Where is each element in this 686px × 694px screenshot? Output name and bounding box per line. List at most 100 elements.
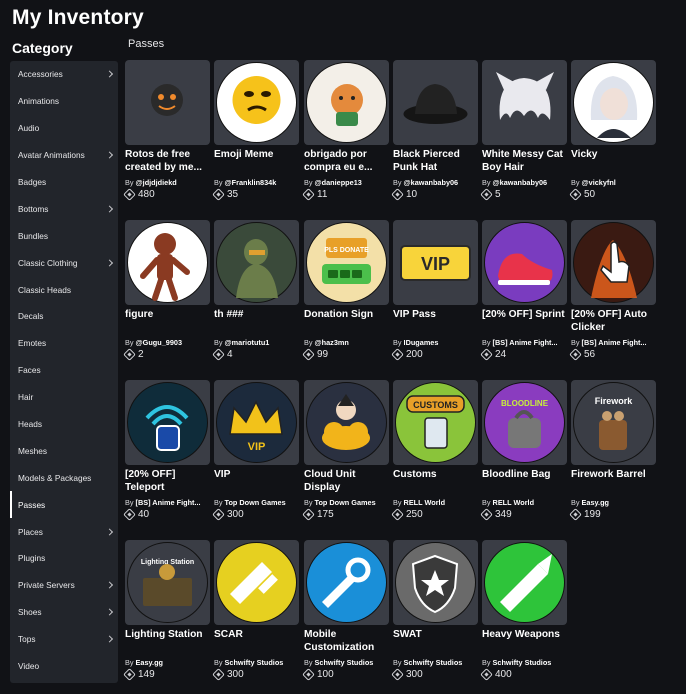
item-thumbnail[interactable]: PLS DONATE <box>304 220 389 305</box>
sidebar-item-avatar-animations[interactable]: Avatar Animations <box>10 142 118 169</box>
item-card[interactable]: SCAR By Schwifty Studios 300 <box>212 540 299 681</box>
item-card[interactable]: figure By @Gugu_9903 2 <box>123 220 210 361</box>
item-name[interactable]: VIP Pass <box>393 309 478 335</box>
item-thumbnail[interactable]: VIP <box>393 220 478 305</box>
item-creator-link[interactable]: [BS] Anime Fight... <box>493 338 558 347</box>
item-card[interactable]: Black Pierced Punk Hat By @kawanbaby06 10 <box>391 60 478 201</box>
item-name[interactable]: Heavy Weapons <box>482 629 567 655</box>
item-thumbnail[interactable] <box>393 540 478 625</box>
item-name[interactable]: VIP <box>214 469 299 495</box>
sidebar-item-animations[interactable]: Animations <box>10 88 118 115</box>
item-card[interactable]: VIP VIP By Top Down Games 300 <box>212 380 299 521</box>
item-creator-link[interactable]: @Franklin834k <box>225 178 277 187</box>
item-creator-link[interactable]: IDugames <box>404 338 439 347</box>
sidebar-item-tops[interactable]: Tops <box>10 626 118 653</box>
item-card[interactable]: Cloud Unit Display By Top Down Games 175 <box>302 380 389 521</box>
item-thumbnail[interactable] <box>482 60 567 145</box>
item-creator-link[interactable]: @haz3mn <box>315 338 349 347</box>
item-thumbnail[interactable] <box>214 60 299 145</box>
sidebar-item-classic-heads[interactable]: Classic Heads <box>10 276 118 303</box>
item-creator-link[interactable]: Top Down Games <box>315 498 376 507</box>
item-card[interactable]: th ### By @mariotutu1 4 <box>212 220 299 361</box>
item-thumbnail[interactable] <box>214 220 299 305</box>
item-card[interactable]: SWAT By Schwifty Studios 300 <box>391 540 478 681</box>
item-name[interactable]: th ### <box>214 309 299 335</box>
item-card[interactable]: Vicky By @vickyfnl 50 <box>569 60 656 201</box>
item-name[interactable]: SCAR <box>214 629 299 655</box>
sidebar-item-bottoms[interactable]: Bottoms <box>10 195 118 222</box>
item-thumbnail[interactable] <box>125 220 210 305</box>
item-name[interactable]: Lighting Station <box>125 629 210 655</box>
item-thumbnail[interactable]: CUSTOMS <box>393 380 478 465</box>
item-creator-link[interactable]: Top Down Games <box>225 498 286 507</box>
item-thumbnail[interactable]: Firework <box>571 380 656 465</box>
sidebar-item-badges[interactable]: Badges <box>10 169 118 196</box>
sidebar-item-heads[interactable]: Heads <box>10 411 118 438</box>
item-creator-link[interactable]: [BS] Anime Fight... <box>582 338 647 347</box>
item-card[interactable]: Emoji Meme By @Franklin834k 35 <box>212 60 299 201</box>
item-card[interactable]: PLS DONATE Donation Sign By @haz3mn 99 <box>302 220 389 361</box>
item-creator-link[interactable]: Schwifty Studios <box>404 658 463 667</box>
sidebar-item-passes[interactable]: Passes <box>10 491 118 519</box>
item-thumbnail[interactable] <box>304 60 389 145</box>
item-card[interactable]: BLOODLINE Bloodline Bag By RELL World 349 <box>480 380 567 521</box>
item-name[interactable]: Vicky <box>571 149 656 175</box>
sidebar-item-shoes[interactable]: Shoes <box>10 599 118 626</box>
item-creator-link[interactable]: Schwifty Studios <box>225 658 284 667</box>
item-name[interactable]: figure <box>125 309 210 335</box>
item-creator-link[interactable]: @vickyfnl <box>582 178 616 187</box>
item-card[interactable]: VIP VIP Pass By IDugames 200 <box>391 220 478 361</box>
item-creator-link[interactable]: @jdjdjdiekd <box>136 178 177 187</box>
sidebar-item-bundles[interactable]: Bundles <box>10 222 118 249</box>
item-card[interactable]: [20% OFF] Auto Clicker By [BS] Anime Figh… <box>569 220 656 361</box>
item-creator-link[interactable]: RELL World <box>404 498 445 507</box>
item-thumbnail[interactable]: VIP <box>214 380 299 465</box>
item-creator-link[interactable]: Schwifty Studios <box>315 658 374 667</box>
item-card[interactable]: [20% OFF] Sprint By [BS] Anime Fight... 24 <box>480 220 567 361</box>
item-thumbnail[interactable] <box>304 380 389 465</box>
item-name[interactable]: SWAT <box>393 629 478 655</box>
item-creator-link[interactable]: Easy.gg <box>582 498 609 507</box>
item-thumbnail[interactable] <box>304 540 389 625</box>
item-name[interactable]: Mobile Customization <box>304 629 389 655</box>
sidebar-item-hair[interactable]: Hair <box>10 384 118 411</box>
item-name[interactable]: [20% OFF] Teleport <box>125 469 210 495</box>
item-name[interactable]: Firework Barrel <box>571 469 656 495</box>
item-card[interactable]: Lighting Station Lighting Station By Easy.… <box>123 540 210 681</box>
item-name[interactable]: Emoji Meme <box>214 149 299 175</box>
sidebar-item-accessories[interactable]: Accessories <box>10 61 118 88</box>
item-card[interactable]: obrigado por compra eu e... By @danieppe1… <box>302 60 389 201</box>
item-thumbnail[interactable] <box>214 540 299 625</box>
item-card[interactable]: [20% OFF] Teleport By [BS] Anime Fight...… <box>123 380 210 521</box>
item-name[interactable]: Rotos de free created by me... <box>125 149 210 175</box>
item-card[interactable]: Firework Firework Barrel By Easy.gg 199 <box>569 380 656 521</box>
sidebar-item-meshes[interactable]: Meshes <box>10 437 118 464</box>
item-name[interactable]: [20% OFF] Auto Clicker <box>571 309 656 335</box>
item-thumbnail[interactable] <box>482 220 567 305</box>
item-thumbnail[interactable] <box>482 540 567 625</box>
item-thumbnail[interactable] <box>125 380 210 465</box>
item-card[interactable]: White Messy Cat Boy Hair By @kawanbaby06 5 <box>480 60 567 201</box>
item-name[interactable]: [20% OFF] Sprint <box>482 309 567 335</box>
sidebar-item-audio[interactable]: Audio <box>10 115 118 142</box>
item-creator-link[interactable]: @Gugu_9903 <box>136 338 182 347</box>
item-creator-link[interactable]: @mariotutu1 <box>225 338 270 347</box>
item-name[interactable]: Donation Sign <box>304 309 389 335</box>
item-name[interactable]: White Messy Cat Boy Hair <box>482 149 567 175</box>
item-creator-link[interactable]: @kawanbaby06 <box>404 178 459 187</box>
item-creator-link[interactable]: [BS] Anime Fight... <box>136 498 201 507</box>
item-name[interactable]: Cloud Unit Display <box>304 469 389 495</box>
sidebar-item-places[interactable]: Places <box>10 518 118 545</box>
sidebar-item-video[interactable]: Video <box>10 653 118 680</box>
item-name[interactable]: Bloodline Bag <box>482 469 567 495</box>
item-card[interactable]: Mobile Customization By Schwifty Studios 1… <box>302 540 389 681</box>
item-creator-link[interactable]: @danieppe13 <box>315 178 362 187</box>
sidebar-item-classic-clothing[interactable]: Classic Clothing <box>10 249 118 276</box>
item-thumbnail[interactable] <box>571 60 656 145</box>
item-thumbnail[interactable] <box>393 60 478 145</box>
item-creator-link[interactable]: Easy.gg <box>136 658 163 667</box>
item-thumbnail[interactable]: Lighting Station <box>125 540 210 625</box>
item-thumbnail[interactable] <box>571 220 656 305</box>
item-card[interactable]: Rotos de free created by me... By @jdjdjd… <box>123 60 210 201</box>
item-name[interactable]: Customs <box>393 469 478 495</box>
